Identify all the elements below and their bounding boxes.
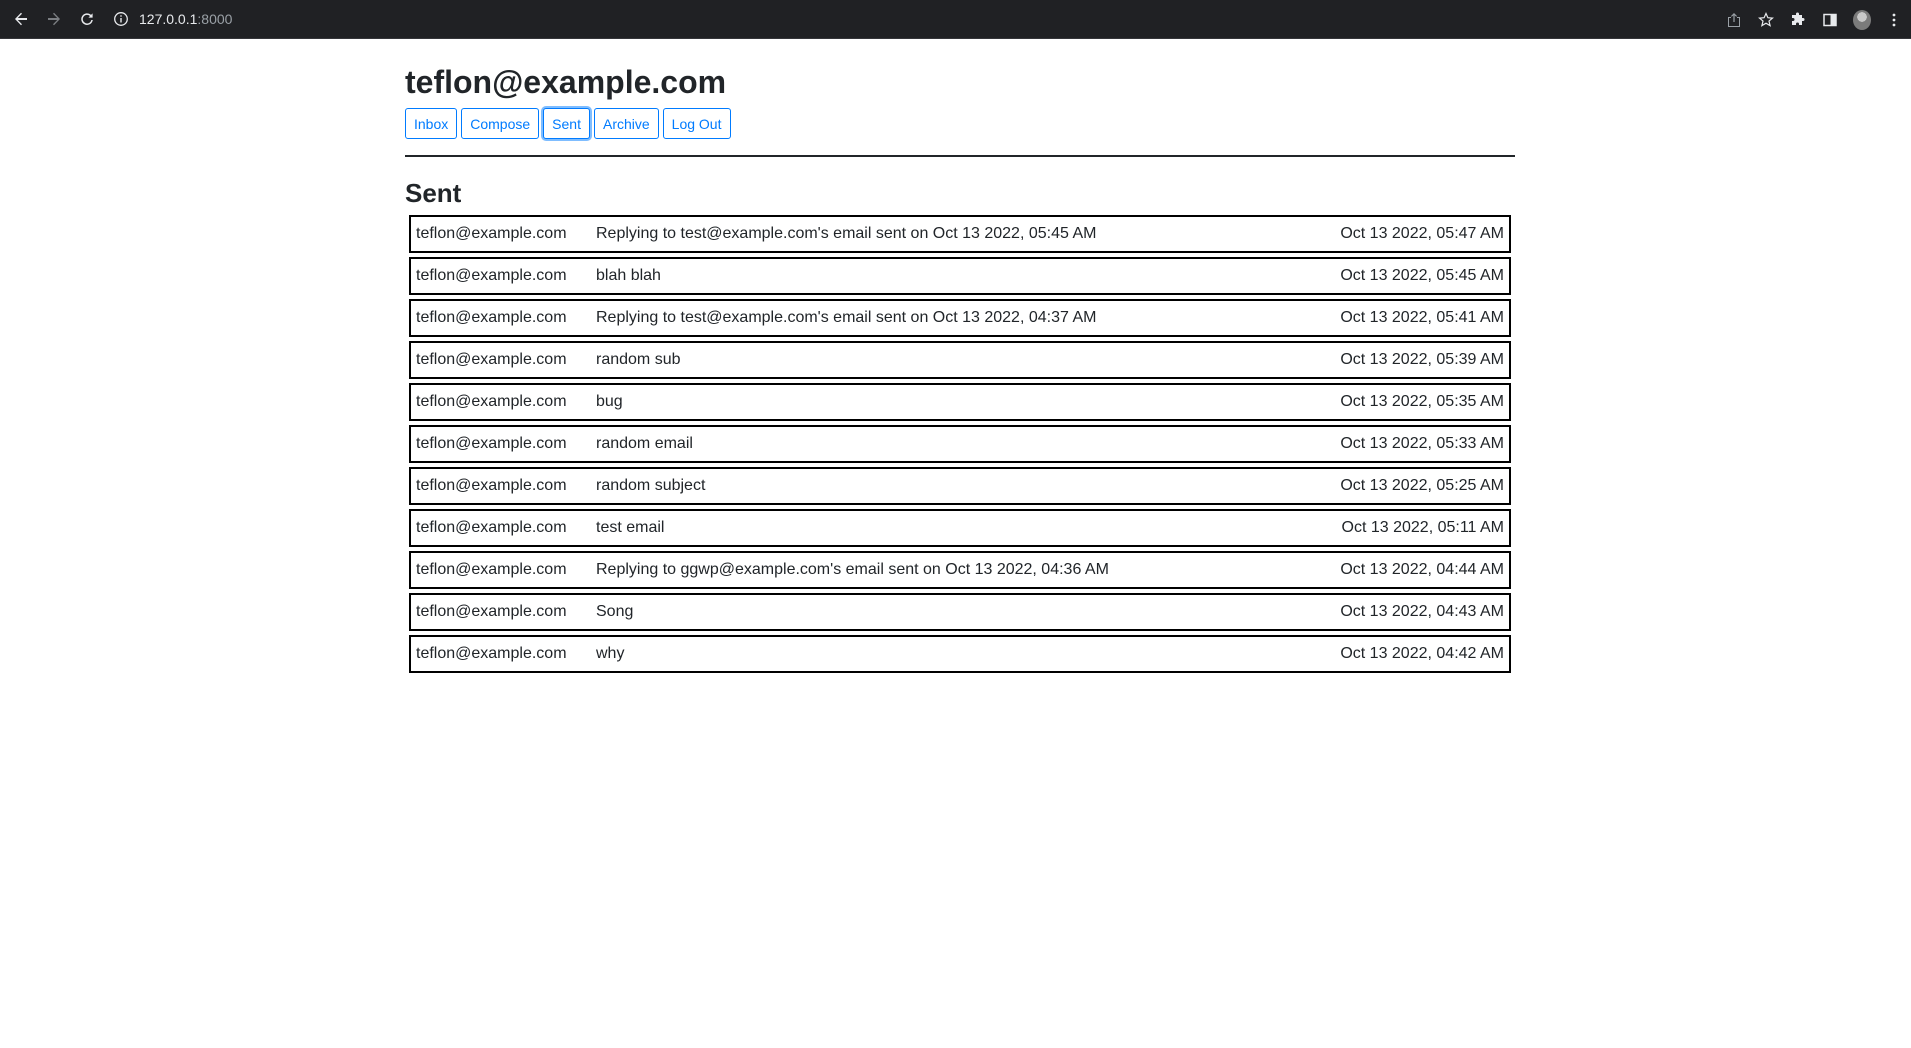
email-subject: Song — [596, 602, 634, 620]
mailbox-nav: Inbox Compose Sent Archive Log Out — [405, 108, 1515, 140]
more-menu-icon[interactable] — [1885, 11, 1903, 29]
email-subject: Replying to test@example.com's email sen… — [596, 308, 1097, 326]
address-bar[interactable]: 127.0.0.1:8000 — [113, 5, 232, 33]
email-subject: bug — [596, 392, 623, 410]
url-host: 127.0.0.1 — [139, 11, 198, 27]
email-timestamp: Oct 13 2022, 05:25 AM — [1340, 476, 1504, 494]
email-subject: test email — [596, 518, 665, 536]
email-row[interactable]: teflon@example.com blah blah Oct 13 2022… — [409, 256, 1511, 295]
email-subject: random sub — [596, 350, 681, 368]
forward-icon[interactable] — [42, 7, 66, 31]
email-timestamp: Oct 13 2022, 05:11 AM — [1341, 518, 1504, 536]
profile-avatar[interactable] — [1853, 9, 1871, 30]
back-icon[interactable] — [9, 7, 33, 31]
email-sender: teflon@example.com — [416, 602, 567, 620]
email-row[interactable]: teflon@example.com random sub Oct 13 202… — [409, 340, 1511, 379]
bookmark-star-icon[interactable] — [1757, 11, 1775, 29]
email-sender: teflon@example.com — [416, 434, 567, 452]
email-row[interactable]: teflon@example.com bug Oct 13 2022, 05:3… — [409, 382, 1511, 421]
email-sender: teflon@example.com — [416, 224, 567, 242]
email-timestamp: Oct 13 2022, 05:39 AM — [1340, 350, 1504, 368]
email-subject: why — [596, 644, 625, 662]
email-subject: blah blah — [596, 266, 661, 284]
browser-toolbar: 127.0.0.1:8000 — [0, 0, 1911, 39]
side-panel-icon[interactable] — [1821, 11, 1839, 29]
email-row[interactable]: teflon@example.com Replying to test@exam… — [409, 214, 1511, 253]
email-subject: random email — [596, 434, 693, 452]
url-port: :8000 — [197, 11, 233, 27]
user-email-heading: teflon@example.com — [405, 64, 727, 100]
logout-button[interactable]: Log Out — [662, 108, 731, 140]
email-sender: teflon@example.com — [416, 518, 567, 536]
compose-button[interactable]: Compose — [461, 108, 540, 140]
email-row[interactable]: teflon@example.com test email Oct 13 202… — [409, 508, 1511, 547]
email-timestamp: Oct 13 2022, 04:43 AM — [1340, 602, 1504, 620]
email-row[interactable]: teflon@example.com why Oct 13 2022, 04:4… — [409, 634, 1511, 673]
email-sender: teflon@example.com — [416, 644, 567, 662]
mail-app: teflon@example.com Inbox Compose Sent Ar… — [405, 39, 1515, 677]
email-sender: teflon@example.com — [416, 350, 567, 368]
email-sender: teflon@example.com — [416, 308, 567, 326]
email-list: teflon@example.com Replying to test@exam… — [405, 214, 1515, 673]
sent-button[interactable]: Sent — [543, 108, 590, 140]
email-row[interactable]: teflon@example.com random subject Oct 13… — [409, 466, 1511, 505]
email-timestamp: Oct 13 2022, 04:44 AM — [1340, 560, 1504, 578]
email-row[interactable]: teflon@example.com Replying to ggwp@exam… — [409, 550, 1511, 589]
extensions-puzzle-icon[interactable] — [1789, 11, 1807, 29]
email-timestamp: Oct 13 2022, 04:42 AM — [1340, 644, 1504, 662]
email-subject: Replying to test@example.com's email sen… — [596, 224, 1097, 242]
divider — [405, 155, 1515, 158]
email-timestamp: Oct 13 2022, 05:33 AM — [1340, 434, 1504, 452]
share-icon[interactable] — [1725, 11, 1743, 29]
site-info-icon[interactable] — [113, 11, 129, 27]
archive-button[interactable]: Archive — [593, 108, 659, 140]
email-row[interactable]: teflon@example.com Song Oct 13 2022, 04:… — [409, 592, 1511, 631]
email-timestamp: Oct 13 2022, 05:41 AM — [1340, 308, 1504, 326]
email-sender: teflon@example.com — [416, 392, 567, 410]
email-sender: teflon@example.com — [416, 266, 567, 284]
email-row[interactable]: teflon@example.com Replying to test@exam… — [409, 298, 1511, 337]
email-subject: random subject — [596, 476, 706, 494]
email-sender: teflon@example.com — [416, 476, 567, 494]
reload-icon[interactable] — [75, 7, 99, 31]
email-timestamp: Oct 13 2022, 05:35 AM — [1340, 392, 1504, 410]
email-subject: Replying to ggwp@example.com's email sen… — [596, 560, 1109, 578]
inbox-button[interactable]: Inbox — [405, 108, 458, 140]
email-sender: teflon@example.com — [416, 560, 567, 578]
email-row[interactable]: teflon@example.com random email Oct 13 2… — [409, 424, 1511, 463]
mailbox-title: Sent — [405, 178, 462, 209]
email-timestamp: Oct 13 2022, 05:47 AM — [1340, 224, 1504, 242]
email-timestamp: Oct 13 2022, 05:45 AM — [1340, 266, 1504, 284]
